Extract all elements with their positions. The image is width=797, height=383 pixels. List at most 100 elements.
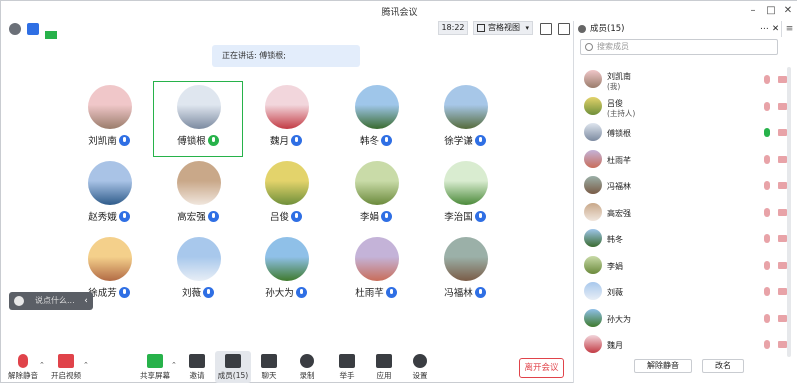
member-camera-icon[interactable] [778, 129, 787, 136]
member-camera-icon[interactable] [778, 261, 787, 269]
panel-menu-icon[interactable]: ≡ [781, 21, 797, 37]
member-camera-icon[interactable] [778, 288, 787, 295]
members-panel: 成员(15) ⋯ ✕ 搜索成员 刘凯南 (我) 吕俊 (主持人) 傅锁根 杜雨芊 冯福林 高宏… [573, 21, 797, 383]
chat-collapse-icon[interactable]: ‹ [79, 292, 93, 310]
panel-close-icon[interactable]: ✕ [772, 21, 779, 37]
participant-tile[interactable]: 韩冬 [331, 81, 421, 155]
raise-hand-label: 举手 [339, 371, 355, 380]
leave-meeting-button[interactable]: 离开会议 [519, 358, 564, 378]
close-icon[interactable]: ✕ [780, 3, 796, 19]
sidebar-toggle-icon[interactable] [558, 23, 570, 35]
maximize-icon[interactable]: □ [763, 3, 779, 19]
members-button[interactable]: 成员(15) [215, 351, 251, 383]
member-mic-icon[interactable] [764, 181, 770, 190]
member-row[interactable]: 刘凯南 (我) [574, 67, 787, 93]
member-name: 魏月 [607, 341, 623, 350]
member-row[interactable]: 李娟 [574, 253, 787, 279]
participant-tile[interactable]: 刘薇 [153, 233, 243, 307]
share-screen-button[interactable]: 共享屏幕 [137, 351, 173, 383]
mic-muted-icon [18, 354, 28, 368]
participant-name: 孙大为 [241, 285, 331, 299]
member-camera-icon[interactable] [778, 235, 787, 242]
record-button[interactable]: 录制 [289, 351, 325, 383]
apps-icon [376, 354, 392, 368]
settings-button[interactable]: 设置 [402, 351, 438, 383]
participant-tile[interactable]: 刘凯南 [64, 81, 154, 155]
participant-name: 刘凯南 [64, 133, 154, 147]
member-mic-icon[interactable] [764, 260, 770, 270]
participant-tile[interactable]: 李娟 [331, 157, 421, 231]
rename-button[interactable]: 改名 [702, 359, 744, 373]
audio-options-icon[interactable]: ⌃ [39, 361, 45, 369]
participant-tile[interactable]: 吕俊 [241, 157, 331, 231]
settings-label: 设置 [412, 371, 428, 380]
invite-label: 邀请 [189, 371, 205, 380]
member-row[interactable]: 吕俊 (主持人) [574, 94, 787, 120]
participant-tile[interactable]: 赵秀娥 [64, 157, 154, 231]
participant-tile[interactable]: 徐学谦 [420, 81, 510, 155]
member-camera-icon[interactable] [778, 155, 787, 163]
participant-tile[interactable]: 杜雨芊 [331, 233, 421, 307]
member-row[interactable]: 傅锁根 [574, 120, 787, 146]
avatar [177, 237, 221, 281]
window-title: 腾讯会议 [381, 8, 418, 18]
member-row[interactable]: 魏月 [574, 332, 787, 358]
participant-tile[interactable]: 李治国 [420, 157, 510, 231]
member-list-scrollbar[interactable] [787, 67, 791, 357]
participant-name: 高宏强 [153, 209, 243, 223]
signal-icon[interactable] [45, 31, 57, 39]
chat-button[interactable]: 聊天 [251, 351, 287, 383]
member-mic-icon[interactable] [764, 207, 770, 217]
participant-tile[interactable]: 傅锁根 [153, 81, 243, 155]
meeting-window: 腾讯会议 – □ ✕ 18:22 宫格视图 ▾ 正在讲话: 傅锁根; 刘凯南 傅锁… [0, 0, 797, 383]
share-options-icon[interactable]: ⌃ [171, 361, 177, 369]
minimize-icon[interactable]: – [745, 3, 761, 19]
member-search-input[interactable]: 搜索成员 [580, 39, 778, 55]
member-camera-icon[interactable] [778, 182, 787, 189]
participant-tile[interactable]: 魏月 [241, 81, 331, 155]
unmute-all-button[interactable]: 解除静音 [634, 359, 692, 373]
member-row[interactable]: 冯福林 [574, 173, 787, 199]
member-row[interactable]: 韩冬 [574, 226, 787, 252]
participant-tile[interactable]: 高宏强 [153, 157, 243, 231]
member-row[interactable]: 孙大为 [574, 306, 787, 332]
member-camera-icon[interactable] [778, 208, 787, 216]
avatar [88, 237, 132, 281]
info-icon[interactable] [9, 23, 21, 35]
member-mic-icon[interactable] [764, 101, 770, 111]
member-row[interactable]: 高宏强 [574, 200, 787, 226]
participant-tile[interactable]: 冯福林 [420, 233, 510, 307]
start-video-button[interactable]: 开启视频 [48, 351, 84, 383]
apps-button[interactable]: 应用 [366, 351, 402, 383]
apps-label: 应用 [376, 371, 392, 380]
member-mic-icon[interactable] [764, 128, 770, 137]
member-row[interactable]: 杜雨芊 [574, 147, 787, 173]
member-camera-icon[interactable] [778, 341, 787, 348]
mic-icon [118, 211, 130, 222]
invite-button[interactable]: 邀请 [179, 351, 215, 383]
fullscreen-icon[interactable] [540, 23, 552, 35]
member-mic-icon[interactable] [764, 340, 770, 349]
member-row[interactable]: 刘薇 [574, 279, 787, 305]
member-mic-icon[interactable] [764, 313, 770, 323]
member-camera-icon[interactable] [778, 314, 787, 322]
participant-name-text: 李治国 [444, 212, 473, 223]
person-icon [578, 25, 586, 33]
member-mic-icon[interactable] [764, 75, 770, 84]
member-mic-icon[interactable] [764, 154, 770, 164]
participant-tile[interactable]: 孙大为 [241, 233, 331, 307]
raise-hand-button[interactable]: 举手 [329, 351, 365, 383]
more-icon[interactable]: ⋯ [760, 21, 769, 37]
mic-icon [291, 211, 302, 222]
view-mode-select[interactable]: 宫格视图 ▾ [473, 21, 533, 35]
unmute-button[interactable]: 解除静音 [5, 351, 41, 383]
shield-icon[interactable] [27, 23, 39, 35]
member-mic-icon[interactable] [764, 234, 770, 243]
emoji-icon[interactable] [14, 296, 24, 306]
member-camera-icon[interactable] [778, 102, 787, 110]
member-camera-icon[interactable] [778, 76, 787, 83]
member-mic-icon[interactable] [764, 287, 770, 296]
video-options-icon[interactable]: ⌃ [83, 361, 89, 369]
avatar [584, 282, 602, 300]
participant-name-text: 徐学谦 [444, 136, 473, 147]
